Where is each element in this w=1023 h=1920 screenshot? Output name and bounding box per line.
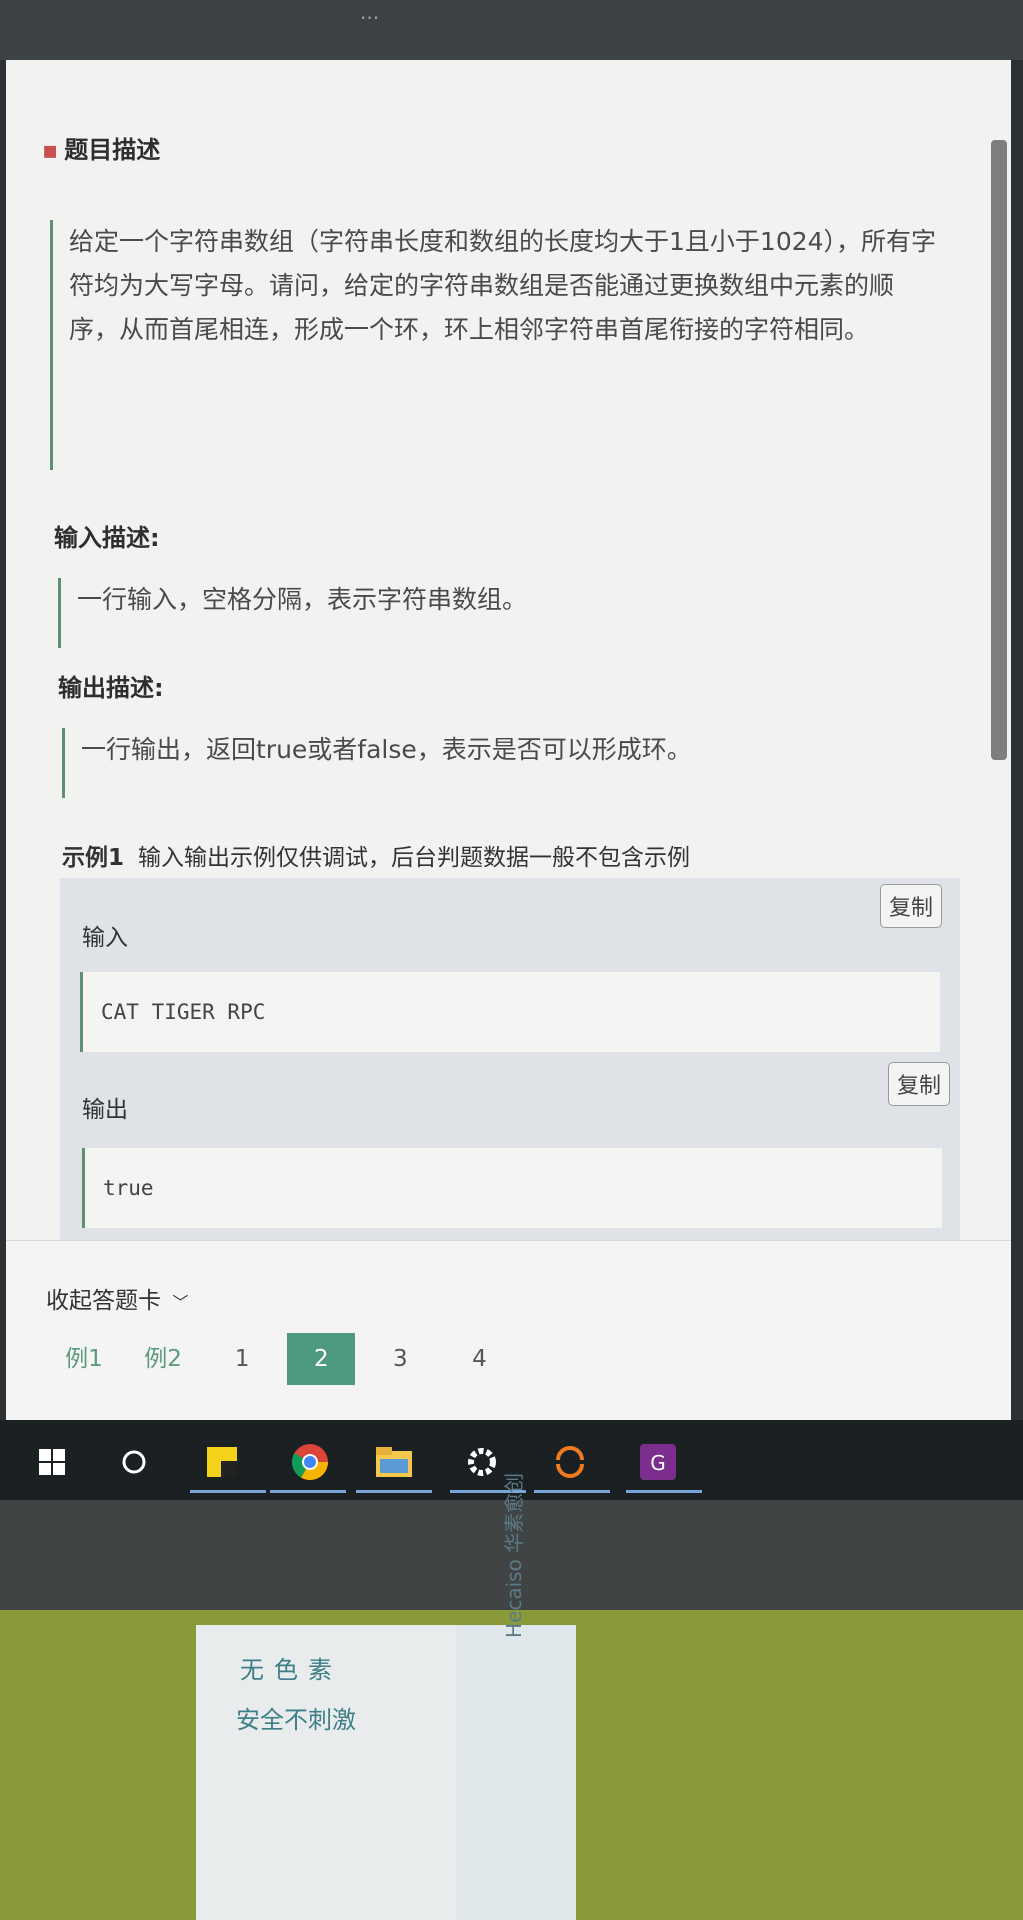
example-input-label: 输入 bbox=[82, 925, 128, 951]
nav-example-1[interactable]: 例1 bbox=[50, 1333, 118, 1385]
input-description: 一行输入，空格分隔，表示字符串数组。 bbox=[58, 578, 937, 648]
input-title: 输入描述: bbox=[54, 524, 160, 552]
file-explorer-icon[interactable] bbox=[372, 1440, 416, 1484]
sticky-notes-icon[interactable] bbox=[200, 1440, 244, 1484]
product-box-side bbox=[456, 1625, 576, 1920]
browser-screen: ▪ 题目描述 给定一个字符串数组（字符串长度和数组的长度均大于1且小于1024），… bbox=[6, 60, 1011, 1420]
svg-text:G: G bbox=[650, 1451, 666, 1475]
example-input-code: CAT TIGER RPC bbox=[80, 972, 940, 1052]
output-description: 一行输出，返回true或者false，表示是否可以形成环。 bbox=[62, 728, 941, 798]
question-nav: 例1 例2 1 2 3 4 bbox=[50, 1333, 519, 1385]
example-title: 示例1 bbox=[62, 845, 125, 871]
description-title: ▪ 题目描述 bbox=[42, 130, 160, 165]
collapse-label: 收起答题卡 bbox=[46, 1288, 161, 1314]
page-scrollbar[interactable] bbox=[991, 140, 1007, 760]
description-text: 给定一个字符串数组（字符串长度和数组的长度均大于1且小于1024），所有字符均为… bbox=[50, 220, 939, 470]
top-strip-text: ··· bbox=[360, 6, 380, 30]
nav-question-3[interactable]: 3 bbox=[366, 1333, 434, 1385]
box-brand-text: Hecaiso 华素愈创 bbox=[502, 1472, 526, 1638]
example-note: 输入输出示例仅供调试，后台判题数据一般不包含示例 bbox=[138, 845, 691, 871]
example-output-code: true bbox=[82, 1148, 942, 1228]
chevron-down-icon: ﹀ bbox=[172, 1293, 189, 1312]
output-title: 输出描述: bbox=[58, 674, 164, 702]
chrome-icon[interactable] bbox=[288, 1440, 332, 1484]
answer-card: 收起答题卡 ﹀ 例1 例2 1 2 3 4 bbox=[6, 1240, 1011, 1420]
windows-start-icon[interactable] bbox=[30, 1440, 74, 1484]
nav-question-2[interactable]: 2 bbox=[287, 1333, 356, 1385]
box-text-line2: 安全不刺激 bbox=[236, 1706, 356, 1734]
pdf-app-icon[interactable]: G bbox=[636, 1440, 680, 1484]
bullet-icon: ▪ bbox=[42, 136, 59, 164]
top-strip: ··· bbox=[0, 0, 1023, 60]
description-title-text: 题目描述 bbox=[64, 136, 161, 164]
taskbar-active-indicator bbox=[190, 1490, 266, 1493]
taskbar-active-indicator bbox=[626, 1490, 702, 1493]
problem-content: ▪ 题目描述 给定一个字符串数组（字符串长度和数组的长度均大于1且小于1024），… bbox=[6, 60, 991, 1278]
cortana-circle-icon[interactable] bbox=[112, 1440, 156, 1484]
collapse-answer-card-button[interactable]: 收起答题卡 ﹀ bbox=[46, 1281, 188, 1315]
nav-example-2[interactable]: 例2 bbox=[129, 1333, 197, 1385]
example-heading: 示例1 输入输出示例仅供调试，后台判题数据一般不包含示例 bbox=[62, 838, 690, 872]
nav-question-1[interactable]: 1 bbox=[208, 1333, 276, 1385]
taskbar-active-indicator bbox=[356, 1490, 432, 1493]
copy-input-button[interactable]: 复制 bbox=[879, 884, 942, 928]
copy-output-button[interactable]: 复制 bbox=[887, 1062, 950, 1106]
taskbar-active-indicator bbox=[534, 1490, 610, 1493]
box-text-line1: 无色素 bbox=[240, 1656, 342, 1684]
taskbar-active-indicator bbox=[270, 1490, 346, 1493]
example-output-label: 输出 bbox=[82, 1097, 128, 1123]
sync-app-icon[interactable] bbox=[548, 1440, 592, 1484]
example-box: 复制 输入 CAT TIGER RPC 复制 输出 true bbox=[60, 878, 960, 1278]
nav-question-4[interactable]: 4 bbox=[445, 1333, 513, 1385]
